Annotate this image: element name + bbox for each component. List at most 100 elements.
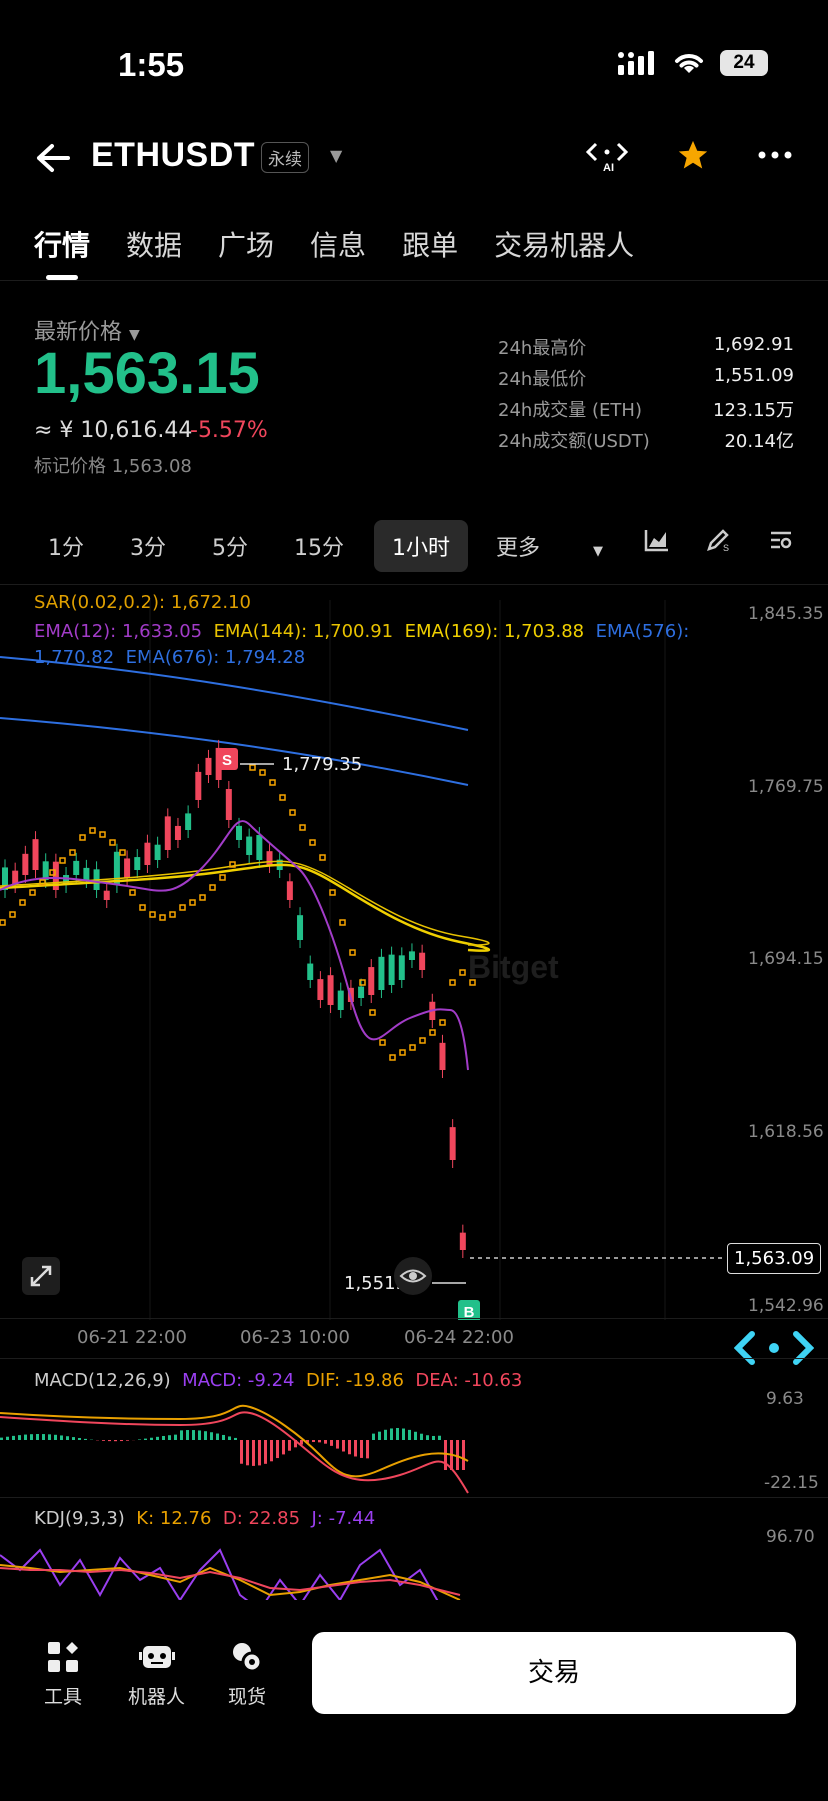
symbol-title[interactable]: ETHUSDT [91, 136, 255, 175]
fullscreen-icon[interactable] [22, 1257, 60, 1295]
tab-market[interactable]: 行情 [34, 224, 90, 264]
sar-dot [119, 849, 126, 856]
macd-bar [342, 1440, 345, 1452]
macd-bar [174, 1434, 177, 1440]
tab-copytrade[interactable]: 跟单 [402, 224, 458, 264]
high-marker-label: 1,779.35 [282, 754, 362, 775]
candle-body [205, 757, 212, 775]
spot-button[interactable]: 现货 [228, 1640, 266, 1709]
candle-body [398, 955, 405, 980]
sar-dot [69, 849, 76, 856]
back-arrow-icon[interactable] [36, 138, 70, 182]
stat-value: 123.15万 [713, 400, 794, 421]
trade-button[interactable]: 交易 [312, 1632, 796, 1714]
sar-dot [219, 874, 226, 881]
stat-label: 24h成交额(USDT) [498, 431, 650, 452]
macd-bar [72, 1437, 75, 1440]
macd-bar [348, 1440, 351, 1455]
macd-bar [366, 1440, 369, 1459]
tools-icon [48, 1642, 78, 1672]
macd-bar [102, 1440, 105, 1441]
sar-dot [79, 834, 86, 841]
candle-body [317, 979, 324, 1000]
sar-dot [269, 779, 276, 786]
chart-tools: S [644, 528, 794, 552]
more-icon[interactable] [758, 150, 792, 160]
stat-high: 24h最高价 1,692.91 [498, 334, 794, 365]
sar-dot [89, 827, 96, 834]
macd-bar [432, 1435, 435, 1440]
interval-1m[interactable]: 1分 [48, 530, 84, 562]
macd-bar [372, 1433, 375, 1440]
macd-bar [246, 1440, 249, 1466]
tab-info[interactable]: 信息 [310, 224, 366, 264]
candle-body [286, 881, 293, 900]
ai-assistant-icon[interactable] [733, 1328, 815, 1372]
symbol-dropdown-icon[interactable]: ▼ [330, 146, 342, 165]
favorite-star-icon[interactable] [676, 138, 710, 172]
draw-tool-icon[interactable]: S [706, 528, 732, 552]
candle-body [103, 890, 110, 900]
macd-bar [138, 1439, 141, 1440]
macd-bar [288, 1440, 291, 1451]
interval-1h[interactable]: 1小时 [374, 520, 468, 572]
tools-button[interactable]: 工具 [44, 1640, 82, 1709]
indicator-settings-icon[interactable] [768, 528, 794, 552]
macd-bar [402, 1428, 405, 1440]
candle-body [368, 967, 375, 995]
sar-dot [199, 894, 206, 901]
candle-body [32, 839, 39, 870]
candlestick-chart[interactable]: Bitget S 1,779.35 1,551.09 B [0, 600, 828, 1320]
macd-bar [228, 1436, 231, 1440]
svg-text:AI: AI [603, 162, 614, 172]
sar-dot [159, 914, 166, 921]
macd-bar [420, 1433, 423, 1440]
chart-type-icon[interactable] [644, 528, 670, 552]
price-axis-label: 1,845.35 [748, 604, 824, 624]
x-axis-label: 06-24 22:00 [404, 1327, 514, 1348]
interval-more[interactable]: 更多 ▼ [496, 530, 649, 562]
sar-dot [289, 809, 296, 816]
candle-body [266, 851, 273, 865]
interval-15m[interactable]: 15分 [294, 530, 344, 562]
price-axis-label: 1,618.56 [748, 1122, 824, 1142]
sar-dot [29, 889, 36, 896]
macd-bar [66, 1436, 69, 1440]
sar-dot [329, 889, 336, 896]
wifi-icon [675, 54, 703, 73]
k-value: K: 12.76 [136, 1508, 212, 1529]
eye-icon[interactable] [394, 1257, 432, 1295]
stat-volume: 24h成交量 (ETH) 123.15万 [498, 396, 794, 427]
tab-data[interactable]: 数据 [126, 224, 182, 264]
candle-body [449, 1127, 456, 1160]
sar-dot [439, 1019, 446, 1026]
candle-body [378, 956, 385, 990]
candle-body [144, 842, 151, 865]
macd-bar [36, 1434, 39, 1440]
status-icons: 24 [618, 50, 768, 76]
kdj-axis-label: 96.70 [766, 1527, 815, 1547]
interval-5m[interactable]: 5分 [212, 530, 248, 562]
macd-bar [204, 1431, 207, 1440]
interval-selector: 1分 3分 5分 15分 1小时 更多 ▼ [34, 520, 695, 572]
divider [0, 1318, 828, 1319]
candle-body [174, 825, 181, 840]
sar-dot [409, 1044, 416, 1051]
interval-3m[interactable]: 3分 [130, 530, 166, 562]
candle-body [225, 789, 232, 820]
tab-trading-bot[interactable]: 交易机器人 [494, 224, 634, 264]
candle-body [439, 1042, 446, 1070]
sar-dot [99, 831, 106, 838]
macd-bar [390, 1428, 393, 1440]
candle-body [83, 867, 90, 880]
mark-price: 标记价格 1,563.08 [34, 456, 192, 477]
sar-dot [139, 904, 146, 911]
spot-icon [233, 1643, 263, 1673]
macd-bar [234, 1437, 237, 1440]
candle-body [22, 853, 29, 875]
ai-icon[interactable]: AI [586, 138, 628, 172]
tab-square[interactable]: 广场 [218, 224, 274, 264]
macd-bar [354, 1440, 357, 1457]
macd-bar [462, 1440, 465, 1470]
robot-button[interactable]: 机器人 [128, 1640, 185, 1709]
